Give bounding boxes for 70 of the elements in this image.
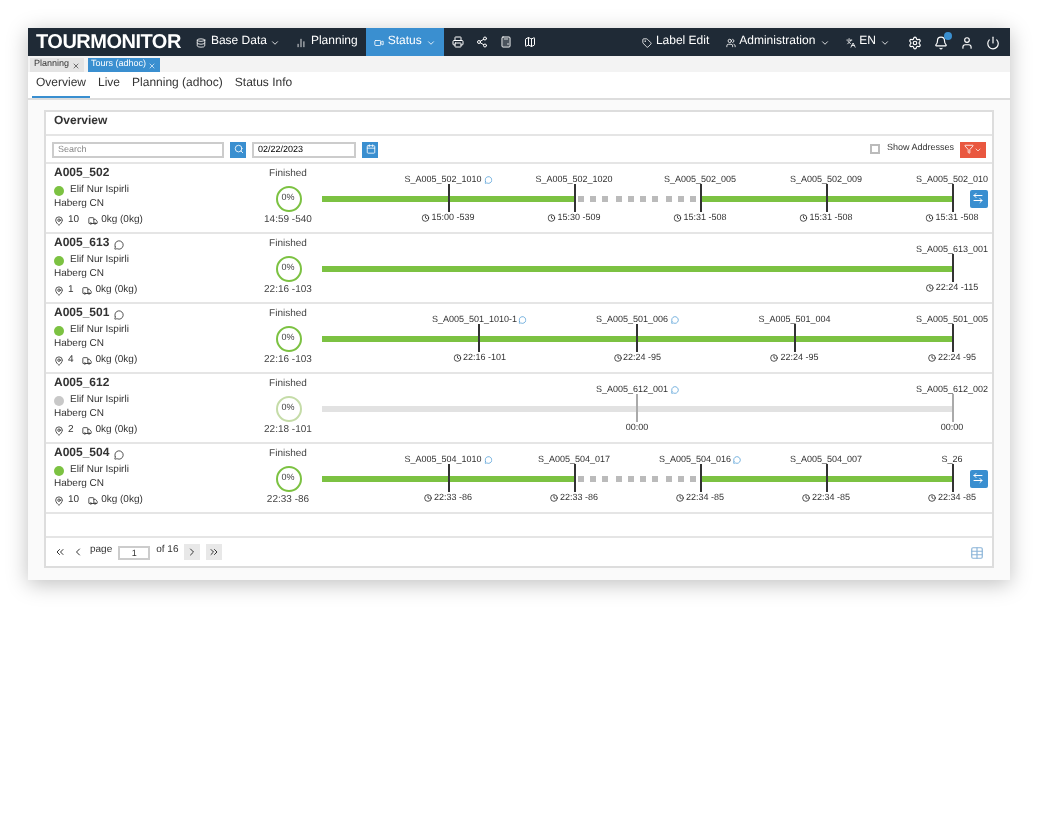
search-button[interactable] xyxy=(230,141,246,157)
truck-icon xyxy=(87,495,98,506)
clock-icon xyxy=(421,214,430,223)
clock-icon xyxy=(424,494,432,503)
stop-tick xyxy=(951,464,953,492)
swap-button[interactable] xyxy=(969,469,987,487)
stop-tick xyxy=(478,324,481,352)
calculator-icon[interactable] xyxy=(499,36,512,48)
clock-icon xyxy=(799,214,808,223)
truck-icon xyxy=(87,215,98,226)
app-logo[interactable]: TOURMONITOR xyxy=(28,27,189,57)
notification-bell-icon[interactable] xyxy=(934,35,948,49)
stop-tick xyxy=(951,394,953,422)
user-icon[interactable] xyxy=(960,35,974,49)
clock-icon xyxy=(802,494,810,503)
stop-tick xyxy=(573,464,575,492)
stop-tick xyxy=(636,394,638,422)
filter-icon xyxy=(964,144,974,154)
show-addresses-checkbox[interactable] xyxy=(870,144,881,154)
settings-icon[interactable] xyxy=(908,35,922,49)
chevron-right-icon xyxy=(186,546,199,558)
truck-icon xyxy=(81,285,92,296)
table-icon[interactable] xyxy=(970,545,984,559)
clock-icon xyxy=(550,494,558,503)
stop-tick xyxy=(699,464,701,492)
stop-tick xyxy=(793,324,796,352)
clock-icon xyxy=(925,214,934,223)
filter-button[interactable] xyxy=(960,141,986,157)
previous-page-icon[interactable] xyxy=(72,546,84,558)
share-icon[interactable] xyxy=(475,36,488,48)
stop-tick xyxy=(573,184,575,212)
stop-tick xyxy=(825,464,827,492)
stop-tick xyxy=(951,324,953,352)
pin-icon xyxy=(54,355,64,366)
clock-icon xyxy=(928,494,936,503)
next-page-button[interactable] xyxy=(184,544,201,560)
swap-button[interactable] xyxy=(969,189,987,207)
clock-icon xyxy=(547,214,556,223)
tag-icon xyxy=(641,37,652,47)
pin-icon xyxy=(54,285,64,296)
truck-icon xyxy=(81,355,92,366)
last-page-button[interactable] xyxy=(206,544,223,560)
power-icon[interactable] xyxy=(986,35,1000,49)
stop-tick xyxy=(951,184,953,212)
clock-icon xyxy=(925,284,934,293)
calendar-button[interactable] xyxy=(362,141,378,157)
printer-icon[interactable] xyxy=(451,36,464,48)
clock-icon xyxy=(928,354,936,363)
stop-tick xyxy=(951,254,953,282)
pin-icon xyxy=(54,495,64,506)
clock-icon xyxy=(673,214,682,223)
stop-tick xyxy=(447,184,449,212)
camera-icon xyxy=(373,37,384,47)
stop-tick xyxy=(825,184,827,212)
truck-icon xyxy=(81,425,92,436)
database-icon xyxy=(196,37,207,47)
clock-icon xyxy=(770,354,779,363)
chart-icon xyxy=(296,37,307,47)
stop-tick xyxy=(447,464,449,492)
clock-icon xyxy=(676,494,684,503)
language-icon xyxy=(845,37,856,47)
map-icon[interactable] xyxy=(523,36,536,48)
stop-tick xyxy=(636,324,638,352)
clock-icon xyxy=(452,354,461,363)
clock-icon xyxy=(613,354,621,363)
pin-icon xyxy=(54,425,64,436)
stop-tick xyxy=(699,184,701,212)
users-icon xyxy=(725,37,736,47)
first-page-icon[interactable] xyxy=(54,546,66,558)
pin-icon xyxy=(54,215,64,226)
